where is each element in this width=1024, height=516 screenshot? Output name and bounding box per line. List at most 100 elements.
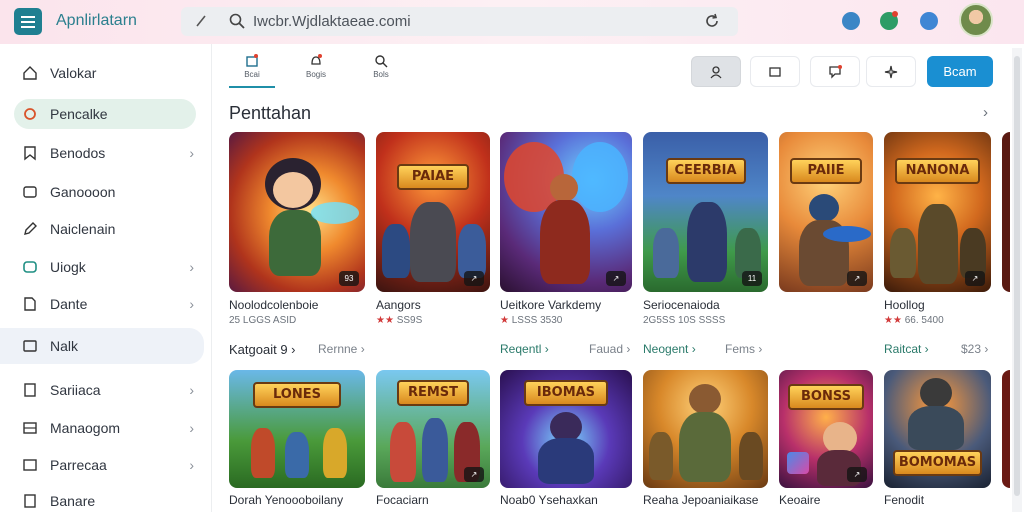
top-bar: Apnlirlatarn: [0, 0, 1024, 44]
sidebar-item-label: Benodos: [50, 145, 106, 161]
bookmark-icon: [24, 146, 36, 161]
sidebar-item-label: Pencalke: [50, 106, 108, 122]
card-meta: ★★ 66. 5400: [884, 315, 944, 326]
chevron-right-icon: ›: [189, 382, 194, 398]
chevron-right-icon: ›: [189, 259, 194, 275]
sidebar-item-label: Valokar: [50, 65, 97, 81]
game-thumbnail: NANONA ↗: [884, 132, 991, 292]
avatar[interactable]: [959, 3, 993, 37]
sidebar: Valokar Pencalke Benodos › Ganoooon Naic…: [0, 44, 212, 512]
document-icon: [24, 383, 36, 397]
game-thumbnail: BOMOMAS: [884, 370, 991, 488]
pen-icon: [24, 222, 37, 235]
row-link[interactable]: Fems ›: [725, 342, 762, 356]
list-icon: [23, 422, 37, 434]
card-title: Hoollog: [884, 298, 925, 312]
section-title: Penttahan: [229, 103, 312, 123]
menu-button[interactable]: [14, 8, 42, 35]
row-label[interactable]: Reqentl ›: [500, 342, 549, 356]
game-thumbnail: CEERBIA 11: [643, 132, 768, 292]
row-label[interactable]: Katgoait 9 ›: [229, 342, 296, 357]
file-icon: [24, 494, 36, 508]
sparkle-icon: [884, 65, 898, 78]
game-thumbnail: BONSS ↗: [779, 370, 873, 488]
game-thumbnail: ↗: [500, 132, 632, 292]
chevron-right-icon[interactable]: ›: [983, 104, 988, 121]
window-icon: [23, 340, 37, 352]
search-input[interactable]: [253, 11, 633, 32]
box-icon: [23, 459, 37, 471]
main-content: Bcai Bogis Bols Bcam Penttahan › 93 Nool…: [213, 44, 1010, 512]
sidebar-item-label: Uiogk: [50, 259, 86, 275]
sidebar-item-dante[interactable]: Dante ›: [14, 289, 196, 319]
row-label[interactable]: Raitcat ›: [884, 342, 929, 356]
address-bar[interactable]: [181, 7, 738, 36]
sidebar-item-label: Manaogom: [50, 420, 121, 436]
folder-icon: [23, 186, 37, 198]
game-thumbnail: PAIIE ↗: [779, 132, 873, 292]
row-link[interactable]: Fauad ›: [589, 342, 630, 356]
chat-icon: [829, 64, 842, 79]
app-title: Apnlirlatarn: [56, 12, 137, 29]
tab-search[interactable]: Bols: [361, 54, 401, 88]
card-title: Fenodit: [884, 493, 925, 507]
card-title: Aangors: [376, 298, 421, 312]
monitor-icon: [769, 66, 781, 77]
sidebar-item-label: Sariiaca: [50, 382, 101, 398]
profile-button[interactable]: [691, 56, 741, 87]
bell-icon: [311, 54, 322, 65]
game-thumbnail: [1002, 132, 1010, 292]
game-thumbnail: [643, 370, 768, 488]
card-meta: ★★ SS9S: [376, 315, 423, 326]
search-icon: [229, 13, 245, 29]
search-icon: [375, 55, 388, 68]
sidebar-item-pencalke[interactable]: Pencalke: [14, 99, 196, 129]
scrollbar-thumb[interactable]: [1014, 56, 1020, 496]
game-icon: [24, 108, 36, 120]
sidebar-item-manaogom[interactable]: Manaogom ›: [14, 413, 196, 443]
card-title: Ueitkore Varkdemy: [500, 298, 602, 312]
chevron-right-icon: ›: [189, 296, 194, 312]
game-thumbnail: IBOMAS: [500, 370, 632, 488]
file-icon: [24, 297, 36, 311]
store-icon: [246, 54, 258, 67]
scrollbar[interactable]: [1012, 48, 1022, 512]
active-tab-indicator: [229, 86, 275, 88]
card-meta: 25 LGGS ASID: [229, 315, 297, 326]
sidebar-item-label: Banare: [50, 493, 96, 509]
extensions-icon[interactable]: [920, 12, 938, 30]
sidebar-item-benodos[interactable]: Benodos ›: [14, 138, 196, 168]
row-link[interactable]: Rernne ›: [318, 342, 365, 356]
screen-button[interactable]: [750, 56, 800, 87]
row-label[interactable]: Neogent ›: [643, 342, 696, 356]
row-link[interactable]: $23 ›: [961, 342, 988, 356]
sidebar-item-parrecaa[interactable]: Parrecaa ›: [14, 450, 196, 480]
card-title: Seriocenaioda: [643, 298, 720, 312]
notification-icon[interactable]: [842, 12, 860, 30]
card-title: Noolodcolenboie: [229, 298, 319, 312]
home-icon: [23, 66, 37, 80]
sidebar-item-label: Nalk: [50, 338, 79, 354]
chat-button[interactable]: [810, 56, 860, 87]
sidebar-item-nalk[interactable]: Nalk: [0, 328, 204, 364]
card-title: Focaciarn: [376, 493, 429, 507]
notification-dot: [892, 11, 898, 17]
tab-notifications[interactable]: Bogis: [296, 54, 336, 88]
card-meta: ★ LSSS 3530: [500, 315, 563, 326]
effects-button[interactable]: [866, 56, 916, 87]
refresh-icon[interactable]: [704, 13, 720, 29]
hamburger-icon: [21, 15, 35, 28]
game-thumbnail: REMST ↗: [376, 370, 490, 488]
sidebar-item-naiclenain[interactable]: Naiclenain: [14, 214, 196, 244]
game-thumbnail: PAIAE ↗: [376, 132, 490, 292]
sidebar-item-label: Dante: [50, 296, 88, 312]
sidebar-item-uiogk[interactable]: Uiogk ›: [14, 252, 196, 282]
card-title: Reaha Jepoaniaikase: [643, 493, 759, 507]
sidebar-item-ganoooon[interactable]: Ganoooon: [14, 177, 196, 207]
sidebar-item-valokar[interactable]: Valokar: [14, 58, 196, 88]
sidebar-item-sariiaca[interactable]: Sariiaca ›: [14, 375, 196, 405]
tab-store[interactable]: Bcai: [232, 54, 272, 88]
controller-icon: [23, 261, 37, 273]
primary-action-button[interactable]: Bcam: [927, 56, 993, 87]
sidebar-item-label: Naiclenain: [50, 221, 116, 237]
